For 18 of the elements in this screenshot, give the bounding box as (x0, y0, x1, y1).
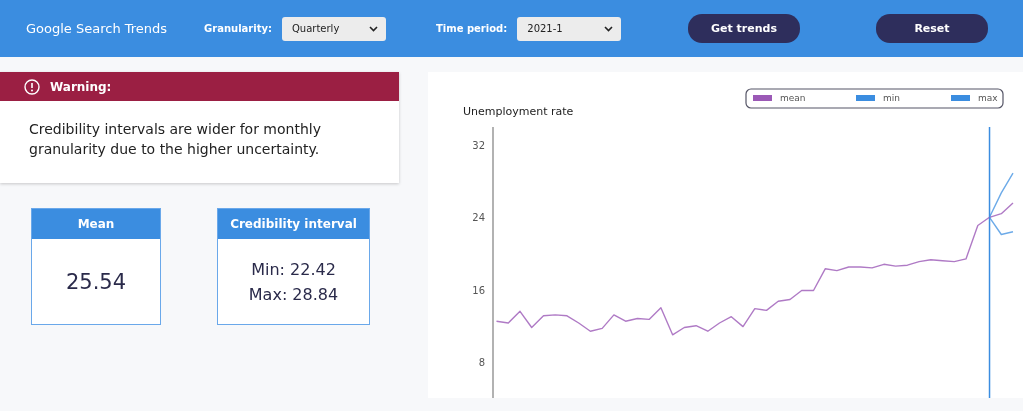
app-title: Google Search Trends (26, 21, 169, 36)
y-tick-label: 32 (472, 140, 485, 152)
field-label: Time period: (436, 23, 508, 34)
legend-label: min (883, 93, 900, 103)
legend-label: max (978, 93, 998, 103)
stat-title: Mean (32, 209, 160, 239)
warning-title: Warning: (50, 79, 112, 94)
y-axis-title: Unemployment rate (463, 105, 574, 118)
field-label: Granularity: (204, 23, 272, 34)
y-tick-label: 8 (478, 356, 485, 368)
warning-message: Credibility intervals are wider for monthly granularity due to the higher uncertainty. (28, 120, 322, 159)
stat-title: Credibility interval (218, 209, 369, 239)
stat-value: 25.54 (65, 269, 127, 294)
legend-label: mean (780, 93, 806, 103)
y-tick-label: 16 (472, 284, 485, 296)
y-tick-label: 24 (472, 212, 485, 224)
stat-value: Max: 28.84 (248, 283, 339, 306)
stat-value: Min: 22.42 (251, 258, 336, 281)
